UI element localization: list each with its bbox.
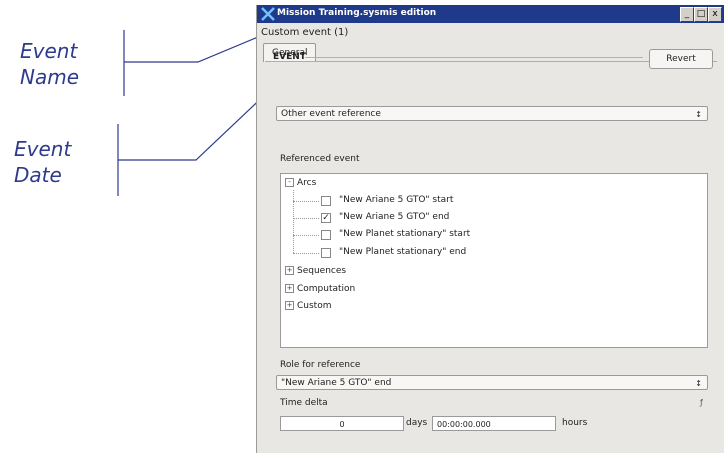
tree-guide-branch — [293, 253, 319, 254]
expand-icon[interactable]: + — [285, 284, 294, 293]
tree-guide-branch — [293, 218, 319, 219]
section-title: EVENT — [273, 52, 306, 62]
maximize-button[interactable]: □ — [694, 7, 708, 22]
section-divider — [305, 57, 643, 58]
event-type-select[interactable]: Other event reference ↕ — [276, 106, 708, 121]
event-date-leader — [118, 89, 271, 161]
event-checkbox-checked[interactable]: ✓ — [321, 213, 331, 223]
expand-icon[interactable]: + — [285, 301, 294, 310]
tree-guide-branch — [293, 235, 319, 236]
event-name-leader — [124, 31, 271, 63]
referenced-event-tree[interactable]: - Arcs "New Ariane 5 GTO" start ✓ "New Ar… — [280, 173, 708, 348]
days-unit-label: days — [406, 418, 428, 428]
tree-node-label: Sequences — [297, 266, 347, 276]
event-checkbox[interactable] — [321, 248, 331, 258]
role-for-reference-label: Role for reference — [280, 360, 361, 370]
window-title: Mission Training.sysmis edition — [277, 8, 437, 18]
hours-input[interactable]: 00:00:00.000 — [432, 416, 556, 431]
tree-leaf-label[interactable]: "New Planet stationary" start — [339, 229, 470, 239]
tree-node-sequences[interactable]: + Sequences — [285, 266, 346, 276]
window-titlebar: Mission Training.sysmis edition _ □ x — [257, 5, 724, 23]
tree-node-label: Custom — [297, 301, 332, 311]
event-checkbox[interactable] — [321, 230, 331, 240]
tree-node-label: Arcs — [297, 178, 317, 188]
collapse-icon[interactable]: - — [285, 178, 294, 187]
tree-node-computation[interactable]: + Computation — [285, 284, 355, 294]
tree-leaf-label[interactable]: "New Planet stationary" end — [339, 247, 466, 257]
updown-arrows-icon: ↕ — [695, 110, 702, 119]
tree-node-custom[interactable]: + Custom — [285, 301, 331, 311]
tree-leaf-label[interactable]: "New Ariane 5 GTO" start — [339, 195, 453, 205]
tree-node-label: Computation — [297, 284, 356, 294]
role-value: "New Ariane 5 GTO" end — [281, 378, 392, 388]
close-button[interactable]: x — [708, 7, 722, 22]
app-logo-icon — [261, 7, 275, 21]
hours-unit-label: hours — [562, 418, 588, 428]
time-delta-label: Time delta — [280, 398, 328, 408]
updown-arrows-icon: ↕ — [695, 379, 702, 388]
referenced-event-label: Referenced event — [280, 154, 360, 164]
event-checkbox[interactable] — [321, 196, 331, 206]
tree-guide-line — [293, 190, 294, 253]
formula-icon[interactable]: ƒ — [700, 398, 703, 407]
expand-icon[interactable]: + — [285, 266, 294, 275]
event-type-value: Other event reference — [281, 109, 381, 119]
minimize-button[interactable]: _ — [680, 7, 694, 22]
role-for-reference-select[interactable]: "New Ariane 5 GTO" end ↕ — [276, 375, 708, 390]
revert-button[interactable]: Revert — [649, 49, 713, 69]
days-input[interactable]: 0 — [280, 416, 404, 431]
tree-node-arcs[interactable]: - Arcs — [285, 178, 316, 188]
tree-leaf-label[interactable]: "New Ariane 5 GTO" end — [339, 212, 449, 222]
tree-guide-branch — [293, 201, 319, 202]
breadcrumb: Custom event (1) — [261, 27, 349, 38]
